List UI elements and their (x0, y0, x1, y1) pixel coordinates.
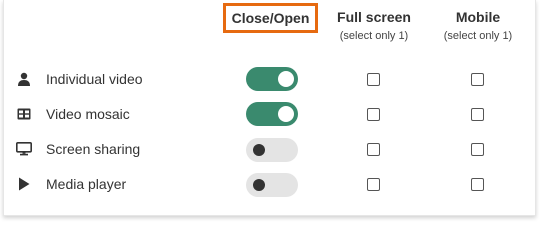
toggle-individual-video[interactable] (246, 67, 298, 91)
close-open-header: Close/Open (231, 10, 310, 26)
mobile-header-title: Mobile (455, 9, 501, 25)
toggle-video-mosaic[interactable] (246, 102, 298, 126)
play-icon (16, 176, 32, 192)
row-label-individual-video: Individual video (46, 71, 143, 87)
row-label-screen-sharing: Screen sharing (46, 141, 141, 157)
toggle-knob (253, 179, 265, 191)
row-label-media-player: Media player (46, 176, 127, 192)
checkbox-full-screen-video-mosaic[interactable] (367, 108, 380, 121)
toggle-knob (253, 144, 265, 156)
checkbox-mobile-media-player[interactable] (471, 178, 484, 191)
toggle-screen-sharing[interactable] (246, 138, 298, 162)
checkbox-full-screen-screen-sharing[interactable] (367, 143, 380, 156)
monitor-icon (16, 141, 32, 157)
full-screen-header-subtitle: (select only 1) (339, 30, 409, 42)
mobile-header: Mobile (select only 1) (430, 8, 526, 43)
full-screen-header: Full screen (select only 1) (326, 8, 422, 43)
close-open-header-highlight: Close/Open (223, 3, 318, 33)
checkbox-full-screen-media-player[interactable] (367, 178, 380, 191)
checkbox-full-screen-individual-video[interactable] (367, 73, 380, 86)
checkbox-mobile-screen-sharing[interactable] (471, 143, 484, 156)
checkbox-mobile-video-mosaic[interactable] (471, 108, 484, 121)
toggle-knob (278, 71, 294, 87)
row-label-video-mosaic: Video mosaic (46, 106, 130, 122)
checkbox-mobile-individual-video[interactable] (471, 73, 484, 86)
toggle-media-player[interactable] (246, 173, 298, 197)
toggle-knob (278, 106, 294, 122)
mobile-header-subtitle: (select only 1) (443, 30, 513, 42)
full-screen-header-title: Full screen (337, 9, 411, 25)
grid-icon (16, 106, 32, 122)
user-icon (16, 71, 32, 87)
